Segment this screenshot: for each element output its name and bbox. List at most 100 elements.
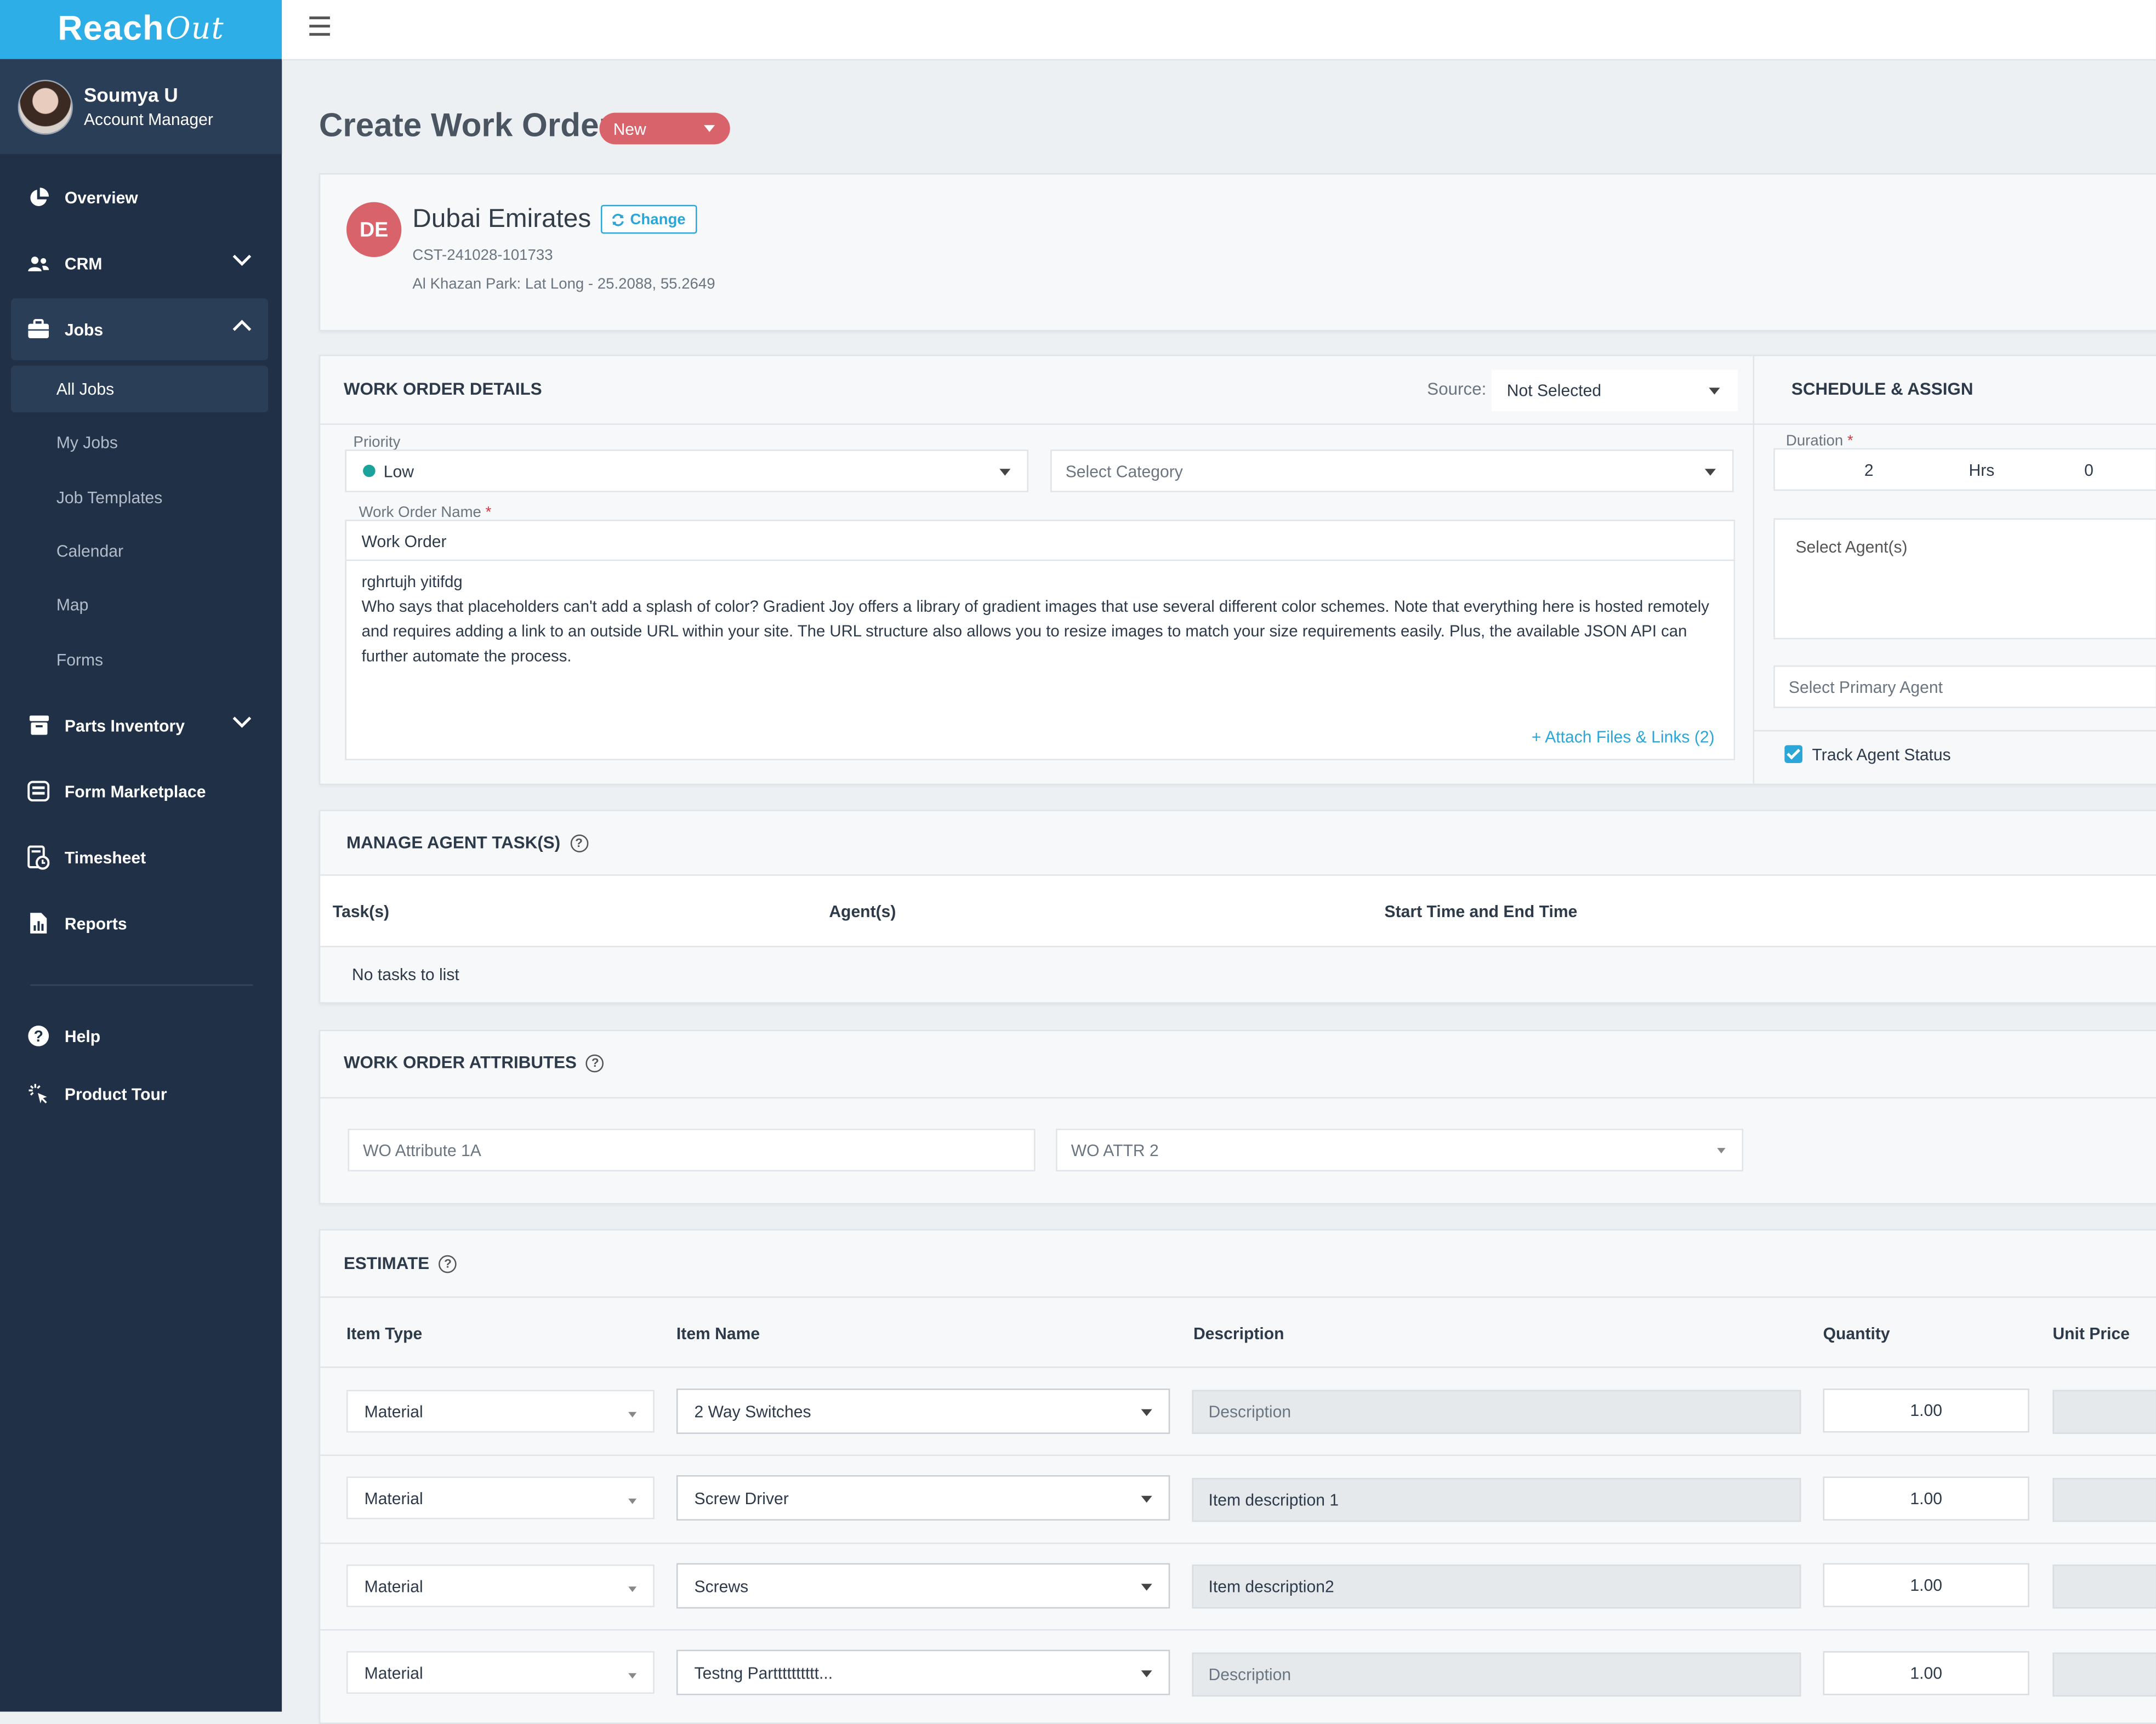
sidebar-item-label: CRM [64,253,103,273]
item-type-value: Material [364,1576,423,1596]
quantity-input[interactable]: 1.00 [1823,1389,2029,1433]
sidebar-subitem-job-templates[interactable]: Job Templates [11,474,268,521]
sidebar-divider [30,984,253,986]
sidebar-item-reports[interactable]: Reports [11,892,268,954]
unit-price-input[interactable] [2052,1478,2156,1522]
estimate-card: ESTIMATE? Item Type Item Name Descriptio… [318,1229,2156,1724]
sidebar-subitem-all-jobs[interactable]: All Jobs [11,366,269,413]
caret-down-icon [1704,468,1716,475]
quantity-input[interactable]: 1.00 [1823,1476,2029,1521]
item-type-select[interactable]: Material [346,1476,655,1520]
work-order-name-input[interactable]: Work Order [345,520,1736,561]
attributes-card: WORK ORDER ATTRIBUTES? WO Attribute 1A W… [318,1029,2156,1205]
help-icon[interactable]: ? [439,1254,457,1273]
agents-placeholder: Select Agent(s) [1795,537,1908,557]
logo-accent-text: Out [166,12,224,47]
description-line-1: rghrtujh yitifdg [361,573,463,591]
priority-value: Low [383,461,414,481]
sidebar-item-jobs[interactable]: Jobs [11,298,269,361]
sidebar-item-timesheet[interactable]: Timesheet [11,826,268,888]
sidebar-item-parts-inventory[interactable]: Parts Inventory [11,695,268,756]
change-customer-button[interactable]: Change [600,204,697,234]
source-label: Source: [1427,379,1487,399]
sidebar-item-label: Form Marketplace [64,781,206,801]
user-profile[interactable]: Soumya U Account Manager [0,59,282,154]
quantity-input[interactable]: 1.00 [1823,1651,2029,1695]
customer-id: CST-241028-101733 [412,247,553,264]
product-tour-icon [27,1083,49,1105]
category-select[interactable]: Select Category [1050,450,1734,492]
help-icon[interactable]: ? [570,834,588,852]
item-type-select[interactable]: Material [346,1651,655,1694]
category-placeholder: Select Category [1065,461,1183,481]
description-field[interactable]: Item description 1 [1192,1478,1801,1522]
tasks-empty-text: No tasks to list [352,965,459,985]
duration-input[interactable]: 2 Hrs 0 [1773,448,2156,491]
briefcase-icon [27,318,49,340]
item-name-select[interactable]: Screws [676,1563,1170,1609]
section-divider [320,1097,2156,1099]
source-value: Not Selected [1506,380,1602,400]
page-title: Create Work Order [318,107,612,145]
sidebar-item-help[interactable]: ? Help [11,1005,268,1067]
priority-select[interactable]: Low [345,450,1028,492]
section-divider [1754,730,2156,732]
column-header-item-name: Item Name [676,1324,760,1344]
source-select[interactable]: Not Selected [1492,369,1738,411]
item-type-select[interactable]: Material [346,1390,655,1433]
chevron-up-icon [232,316,252,340]
duration-label: Duration * [1785,433,1853,450]
sidebar-item-crm[interactable]: CRM [11,232,268,294]
wo-attribute-1-input[interactable]: WO Attribute 1A [348,1129,1036,1171]
sidebar-item-overview[interactable]: Overview [11,166,268,228]
item-name-select[interactable]: Testng Partttttttttt... [676,1649,1170,1695]
item-type-value: Material [364,1401,423,1421]
row-divider [320,1542,2156,1544]
sidebar-item-form-marketplace[interactable]: Form Marketplace [11,760,268,822]
hamburger-menu-icon[interactable] [309,16,330,36]
attach-files-link[interactable]: + Attach Files & Links (2) [1532,727,1715,747]
sidebar-item-label: Reports [64,913,127,933]
app-logo[interactable]: Reach Out [0,0,282,59]
description-line-2: Who says that placeholders can't add a s… [361,598,1709,665]
sidebar-item-label: Product Tour [64,1084,167,1103]
help-circle-icon: ? [27,1025,49,1047]
description-field[interactable]: Item description2 [1192,1564,1801,1609]
column-header-agents: Agent(s) [829,902,896,921]
item-name-select[interactable]: Screw Driver [676,1475,1170,1521]
sidebar-item-label: Parts Inventory [64,715,185,735]
sidebar-subitem-my-jobs[interactable]: My Jobs [11,419,268,466]
description-field[interactable]: Description [1192,1652,1801,1697]
sidebar-item-product-tour[interactable]: Product Tour [11,1063,268,1125]
description-field[interactable]: Description [1192,1390,1801,1434]
unit-price-input[interactable] [2052,1652,2156,1697]
sidebar-item-label: Timesheet [64,847,146,867]
sidebar-subitem-calendar[interactable]: Calendar [11,528,268,574]
caret-down-icon [1141,1583,1152,1590]
wo-attribute-2-select[interactable]: WO ATTR 2 [1056,1129,1744,1171]
unit-price-input[interactable] [2052,1390,2156,1434]
sidebar-subitem-map[interactable]: Map [11,582,268,628]
attributes-title: WORK ORDER ATTRIBUTES? [344,1053,605,1072]
sidebar-subitem-forms[interactable]: Forms [11,636,268,683]
logo-main-text: Reach [58,9,164,48]
archive-icon [27,714,49,736]
unit-price-input[interactable] [2052,1564,2156,1609]
quantity-input[interactable]: 1.00 [1823,1563,2029,1607]
item-name-select[interactable]: 2 Way Switches [676,1389,1170,1434]
sidebar-item-label: Help [64,1026,101,1046]
select-agents-input[interactable]: Select Agent(s) [1773,518,2156,640]
column-divider [1753,356,1755,784]
item-type-select[interactable]: Material [346,1564,655,1607]
section-divider [320,946,2156,948]
avatar [18,79,73,134]
chevron-down-icon [232,250,252,274]
description-textarea[interactable]: rghrtujh yitifdg Who says that placehold… [345,559,1736,760]
track-agent-status-checkbox[interactable] [1784,745,1802,763]
agent-tasks-card: MANAGE AGENT TASK(S)? Task(s) Agent(s) S… [318,810,2156,1004]
caret-down-icon [1709,388,1720,395]
status-dropdown[interactable]: New [599,112,730,145]
primary-agent-select[interactable]: Select Primary Agent [1773,665,2156,708]
chevron-down-icon [232,712,252,736]
help-icon[interactable]: ? [586,1054,605,1072]
